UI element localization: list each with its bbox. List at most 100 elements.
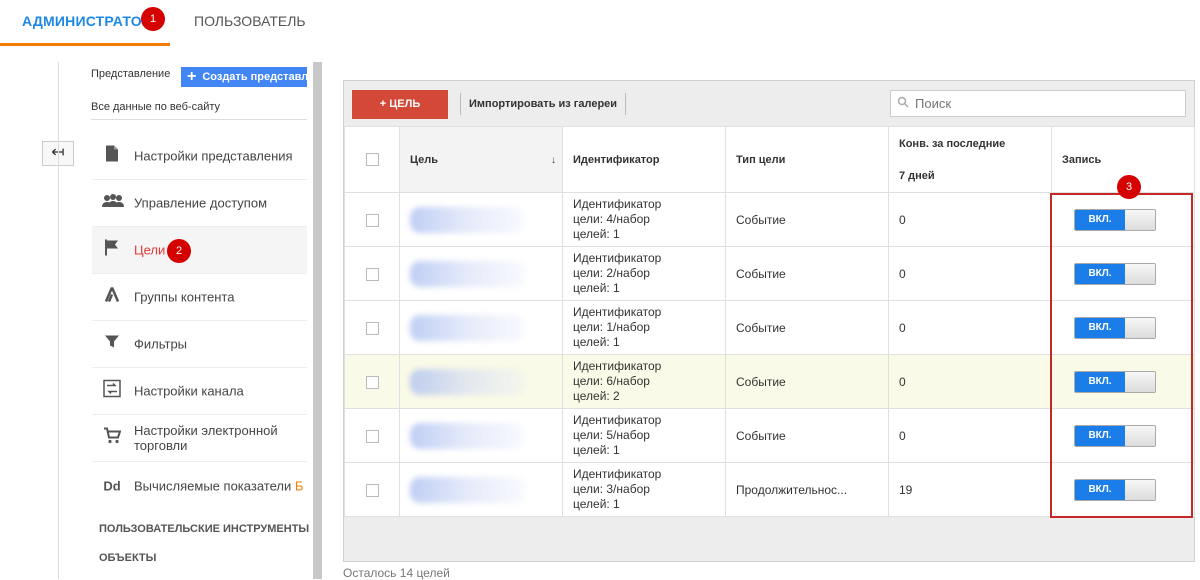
import-from-gallery-link[interactable]: Импортировать из галереи bbox=[460, 93, 627, 115]
header-conversions[interactable]: Конв. за последние 7 дней bbox=[888, 126, 1052, 193]
id-line: Идентификатор bbox=[573, 251, 662, 265]
conversions-cell: 0 bbox=[888, 354, 1052, 409]
beta-tag: Б bbox=[294, 478, 304, 493]
id-line: цели: 6/набор bbox=[573, 374, 650, 388]
section-objects: ОБЪЕКТЫ bbox=[99, 552, 157, 564]
document-icon bbox=[102, 145, 122, 168]
id-line: целей: 1 bbox=[573, 335, 620, 349]
id-line: целей: 1 bbox=[573, 497, 620, 511]
id-line: цели: 3/набор bbox=[573, 482, 650, 496]
row-checkbox-cell bbox=[344, 408, 400, 463]
goal-id-cell: Идентификатор цели: 4/набор целей: 1 bbox=[562, 192, 726, 247]
blurred-goal-name bbox=[410, 314, 525, 341]
divider bbox=[91, 119, 307, 120]
flag-icon bbox=[102, 239, 122, 262]
conversions-cell: 0 bbox=[888, 300, 1052, 355]
menu-item-label: Цели bbox=[134, 242, 166, 258]
goal-id-cell: Идентификатор цели: 1/набор целей: 1 bbox=[562, 300, 726, 355]
id-line: цели: 1/набор bbox=[573, 320, 650, 334]
header-id[interactable]: Идентификатор bbox=[562, 126, 726, 193]
row-checkbox-cell bbox=[344, 192, 400, 247]
annotation-badge-2: 2 bbox=[167, 239, 191, 263]
top-tabs: АДМИНИСТРАТОР ПОЛЬЗОВАТЕЛЬ bbox=[0, 0, 1200, 46]
blurred-goal-name bbox=[410, 206, 525, 233]
id-line: цели: 2/набор bbox=[573, 266, 650, 280]
select-all-cell bbox=[344, 126, 400, 193]
tab-user[interactable]: ПОЛЬЗОВАТЕЛЬ bbox=[194, 0, 306, 46]
goal-name-cell[interactable] bbox=[399, 408, 563, 463]
row-checkbox[interactable] bbox=[365, 429, 379, 443]
section-custom-tools: ПОЛЬЗОВАТЕЛЬСКИЕ ИНСТРУМЕНТЫ И bbox=[99, 523, 309, 535]
row-checkbox[interactable] bbox=[365, 267, 379, 281]
record-column-highlight bbox=[1050, 193, 1193, 518]
create-view-button[interactable]: + Создать представление bbox=[181, 67, 307, 87]
menu-item-label: Группы контента bbox=[134, 289, 235, 305]
users-icon bbox=[102, 193, 124, 213]
id-line: Идентификатор bbox=[573, 467, 662, 481]
goal-id-cell: Идентификатор цели: 5/набор целей: 1 bbox=[562, 408, 726, 463]
goal-id-cell: Идентификатор цели: 3/набор целей: 1 bbox=[562, 462, 726, 517]
row-checkbox[interactable] bbox=[365, 213, 379, 227]
header-goal[interactable]: Цель ↓ bbox=[399, 126, 563, 193]
goal-id-cell: Идентификатор цели: 6/набор целей: 2 bbox=[562, 354, 726, 409]
conversions-cell: 19 bbox=[888, 462, 1052, 517]
scrollbar[interactable] bbox=[313, 62, 322, 579]
menu-item-label: Настройки канала bbox=[134, 383, 244, 399]
row-checkbox[interactable] bbox=[365, 321, 379, 335]
menu-item-label: Фильтры bbox=[134, 336, 188, 352]
view-label: Представление bbox=[91, 68, 171, 80]
menu-item-access-management[interactable]: Управление доступом bbox=[92, 180, 307, 227]
blurred-goal-name bbox=[410, 260, 525, 287]
annotation-badge-1: 1 bbox=[141, 7, 165, 31]
menu-item-filters[interactable]: Фильтры bbox=[92, 321, 307, 368]
menu-item-content-groups[interactable]: Группы контента bbox=[92, 274, 307, 321]
id-line: целей: 1 bbox=[573, 443, 620, 457]
menu-item-calculated-metrics[interactable]: Dd Вычисляемые показатели Б bbox=[92, 462, 307, 509]
blurred-goal-name bbox=[410, 368, 525, 395]
menu-item-channel-settings[interactable]: Настройки канала bbox=[92, 368, 307, 415]
id-line: Идентификатор bbox=[573, 305, 662, 319]
menu-item-label: Настройки представления bbox=[134, 148, 293, 164]
annotation-badge-3: 3 bbox=[1117, 175, 1141, 199]
row-checkbox[interactable] bbox=[365, 375, 379, 389]
menu-item-view-settings[interactable]: Настройки представления bbox=[92, 133, 307, 180]
search-icon bbox=[897, 96, 909, 110]
blurred-goal-name bbox=[410, 422, 525, 449]
cart-icon bbox=[102, 427, 122, 449]
goal-type-cell: Событие bbox=[725, 354, 889, 409]
menu-item-ecommerce-settings[interactable]: Настройки электронной торговли bbox=[92, 415, 307, 462]
sort-down-icon: ↓ bbox=[551, 155, 556, 166]
menu-item-label-wrap: Вычисляемые показатели Б bbox=[134, 478, 314, 493]
conversions-cell: 0 bbox=[888, 192, 1052, 247]
add-goal-button[interactable]: + ЦЕЛЬ bbox=[352, 90, 448, 119]
conversions-cell: 0 bbox=[888, 246, 1052, 301]
goal-name-cell[interactable] bbox=[399, 300, 563, 355]
filter-icon bbox=[102, 334, 122, 355]
select-all-checkbox[interactable] bbox=[365, 153, 379, 166]
goal-type-cell: Событие bbox=[725, 408, 889, 463]
goal-name-cell[interactable] bbox=[399, 462, 563, 517]
row-checkbox-cell bbox=[344, 462, 400, 517]
goal-name-cell[interactable] bbox=[399, 192, 563, 247]
menu-item-label: Управление доступом bbox=[134, 195, 268, 211]
goal-type-cell: Событие bbox=[725, 192, 889, 247]
goal-type-cell: Событие bbox=[725, 300, 889, 355]
header-type[interactable]: Тип цели bbox=[725, 126, 889, 193]
blurred-goal-name bbox=[410, 476, 525, 503]
goals-remaining-text: Осталось 14 целей bbox=[343, 566, 450, 580]
row-checkbox-cell bbox=[344, 354, 400, 409]
search-input[interactable] bbox=[890, 90, 1186, 117]
header-conversions-line2: 7 дней bbox=[899, 169, 935, 182]
calculated-metrics-icon: Dd bbox=[103, 478, 121, 493]
id-line: целей: 2 bbox=[573, 389, 620, 403]
goal-name-cell[interactable] bbox=[399, 354, 563, 409]
row-checkbox[interactable] bbox=[365, 483, 379, 497]
id-line: целей: 1 bbox=[573, 281, 620, 295]
view-name[interactable]: Все данные по веб-сайту bbox=[91, 101, 220, 113]
id-line: Идентификатор bbox=[573, 359, 662, 373]
id-line: целей: 1 bbox=[573, 227, 620, 241]
id-line: Идентификатор bbox=[573, 413, 662, 427]
goal-name-cell[interactable] bbox=[399, 246, 563, 301]
id-line: цели: 4/набор bbox=[573, 212, 650, 226]
menu-item-goals[interactable]: Цели bbox=[92, 227, 307, 274]
